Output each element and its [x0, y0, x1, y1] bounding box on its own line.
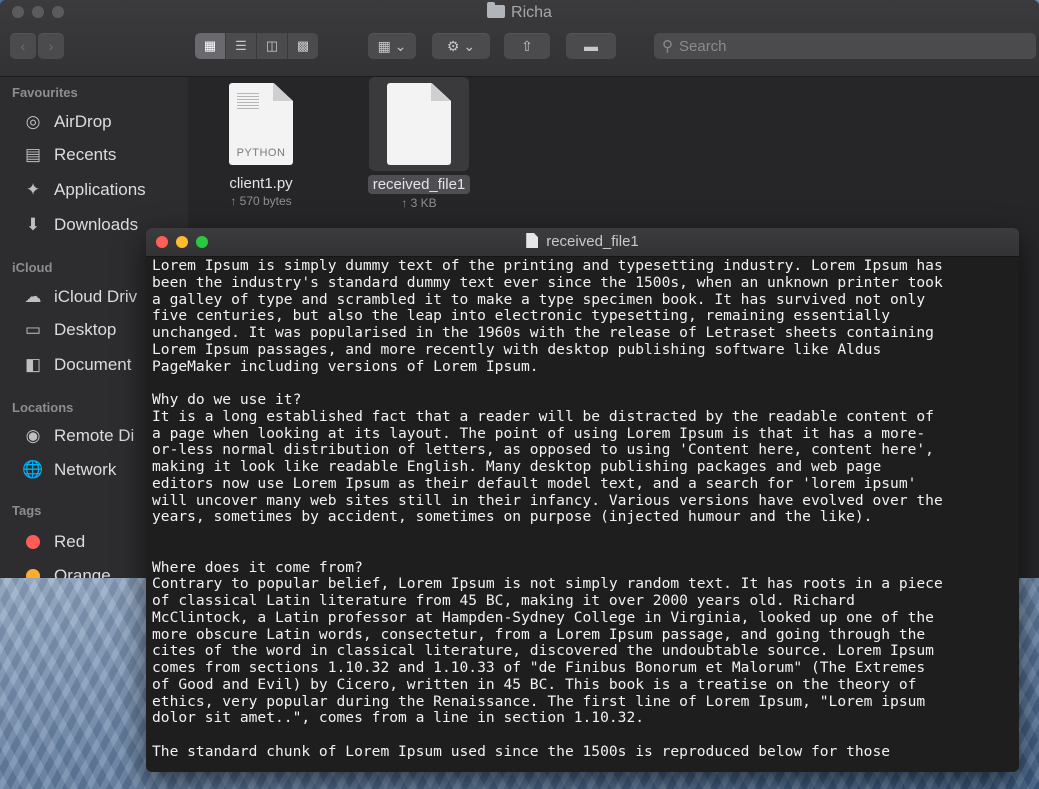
cloud-icon: ☁ [24, 287, 42, 306]
editor-line: making it look like readable English. Ma… [152, 458, 882, 475]
editor-line: Where does it come from? [152, 558, 363, 576]
network-icon: 🌐 [22, 460, 44, 479]
editor-titlebar: received_file1 [146, 228, 1019, 257]
sidebar-item-icloud-drive[interactable]: ☁ iCloud Driv [22, 284, 138, 310]
editor-line: McClintock, a Latin professor at Hampden… [152, 608, 934, 626]
applications-icon: ✦ [25, 180, 41, 199]
folder-icon [487, 2, 506, 18]
list-view-icon[interactable]: ☰ [226, 33, 257, 59]
sidebar-item-documents[interactable]: ◧ Document [22, 352, 132, 378]
editor-line: comes from sections 1.10.32 and 1.10.33 … [152, 659, 926, 676]
editor-line: a galley of type and scrambled it to mak… [152, 290, 926, 308]
search-icon: ⚲ [662, 38, 673, 55]
window-title: Richa [0, 2, 1039, 22]
editor-line: more obscure Latin words, consectetur, f… [152, 625, 926, 643]
editor-line: unchanged. It was popularised in the 196… [152, 324, 934, 341]
file-client1-py[interactable]: PYTHON client1.py ↑ 570 bytes [206, 83, 316, 208]
file-size: ↑ 3 KB [401, 196, 437, 210]
disc-icon: ◉ [25, 426, 41, 445]
editor-text-area[interactable]: Lorem Ipsum is simply dummy text of the … [152, 258, 1013, 772]
file-name: received_file1 [367, 175, 471, 194]
editor-title: received_file1 [146, 233, 1019, 250]
sidebar-item-airdrop[interactable]: ◎ AirDrop [22, 109, 112, 135]
sidebar-item-network[interactable]: 🌐 Network [22, 457, 116, 483]
gallery-view-icon[interactable]: ▩ [288, 33, 318, 59]
editor-line: Lorem Ipsum passages, and more recently … [152, 340, 882, 358]
sidebar-item-remote-disc[interactable]: ◉ Remote Di [22, 423, 135, 449]
documents-icon: ◧ [24, 355, 42, 374]
forward-button[interactable]: › [38, 33, 64, 59]
orange-tag-icon [22, 565, 44, 578]
share-icon[interactable]: ⇧ [504, 33, 550, 59]
editor-line: a page when looking at its layout. The p… [152, 424, 926, 442]
column-view-icon[interactable]: ◫ [257, 33, 288, 59]
editor-line: will uncover many web sites still in the… [152, 491, 943, 509]
editor-line: PageMaker including versions of Lorem Ip… [152, 357, 539, 375]
document-file-icon [387, 83, 451, 165]
recents-icon: ▤ [24, 145, 42, 164]
view-mode-segment: ▦ ☰ ◫ ▩ [195, 33, 318, 59]
editor-line: It is a long established fact that a rea… [152, 407, 934, 425]
editor-line: editors now use Lorem Ipsum as their def… [152, 474, 917, 492]
sidebar-item-desktop[interactable]: ▭ Desktop [22, 317, 116, 343]
editor-line: five centuries, but also the leap into e… [152, 307, 891, 325]
action-gear-button[interactable]: ⚙ ⌄ [432, 33, 490, 59]
desktop-icon: ▭ [24, 320, 42, 339]
editor-line: Lorem Ipsum is simply dummy text of the … [152, 258, 943, 274]
editor-line: cites of the word in classical literatur… [152, 642, 934, 660]
editor-line: The standard chunk of Lorem Ipsum used s… [152, 742, 891, 760]
editor-line: dolor sit amet..", comes from a line in … [152, 709, 645, 727]
sidebar-item-downloads[interactable]: ⬇ Downloads [22, 212, 138, 238]
python-file-icon: PYTHON [229, 83, 293, 165]
sidebar-item-applications[interactable]: ✦ Applications [22, 177, 146, 203]
editor-line: of classical Latin literature from 45 BC… [152, 592, 855, 609]
editor-line: or-less normal distribution of letters, … [152, 441, 934, 459]
editor-line: of Good and Evil) by Cicero, written in … [152, 675, 917, 693]
tag-icon[interactable]: ▬ [566, 33, 616, 59]
editor-line: Contrary to popular belief, Lorem Ipsum … [152, 575, 943, 593]
sidebar-heading-tags: Tags [12, 503, 42, 518]
text-editor-window: received_file1 Lorem Ipsum is simply dum… [146, 228, 1019, 772]
editor-line: ethics, very popular during the Renaissa… [152, 692, 926, 710]
editor-line: Why do we use it? [152, 391, 302, 408]
airdrop-icon: ◎ [25, 112, 41, 131]
icon-view-icon[interactable]: ▦ [195, 33, 226, 59]
editor-line: years, sometimes by accident, sometimes … [152, 508, 873, 526]
editor-line: been the industry's standard dummy text … [152, 273, 943, 291]
sidebar-heading-locations: Locations [12, 400, 74, 415]
file-name: client1.py [229, 175, 293, 192]
back-button[interactable]: ‹ [10, 33, 36, 59]
group-by-button[interactable]: ▦ ⌄ [368, 33, 416, 59]
document-icon [526, 233, 539, 248]
file-size: ↑ 570 bytes [230, 194, 292, 208]
downloads-icon: ⬇ [25, 215, 41, 234]
sidebar-item-tag-red[interactable]: Red [22, 529, 85, 555]
file-received-file1[interactable]: received_file1 ↑ 3 KB [364, 83, 474, 210]
search-input[interactable]: ⚲ Search [654, 33, 1036, 59]
sidebar-heading-favourites: Favourites [12, 85, 78, 100]
sidebar-item-recents[interactable]: ▤ Recents [22, 142, 116, 168]
finder-toolbar: Richa ‹ › ▦ ☰ ◫ ▩ ▦ ⌄ ⚙ ⌄ ⇧ ▬ ⚲ Search [0, 0, 1039, 77]
sidebar-item-tag-orange[interactable]: Orange [22, 563, 111, 578]
sidebar-heading-icloud: iCloud [12, 260, 53, 275]
red-tag-icon [22, 531, 44, 553]
